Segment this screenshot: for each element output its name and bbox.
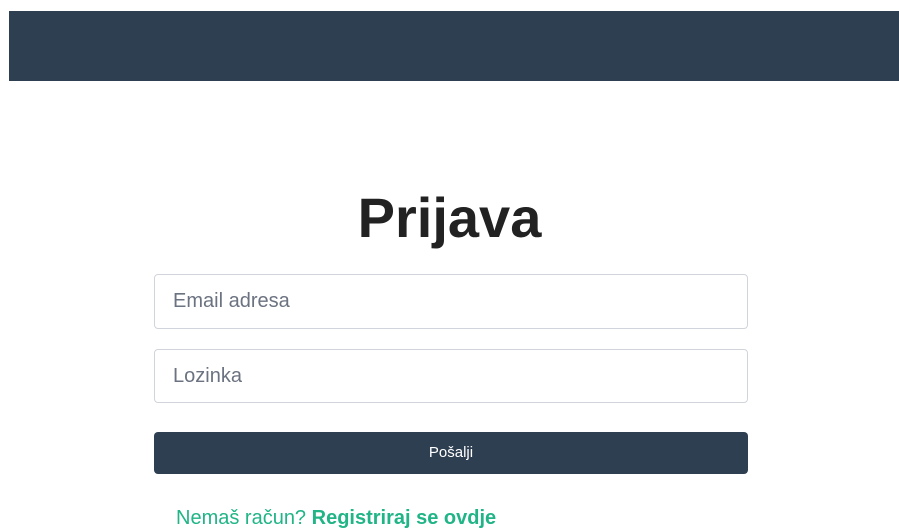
top-navigation-bar	[9, 11, 899, 81]
register-link[interactable]: Registriraj se ovdje	[312, 507, 497, 529]
register-prompt-text: Nemaš račun?	[176, 507, 312, 529]
password-input[interactable]	[154, 349, 748, 403]
submit-button[interactable]: Pošalji	[154, 432, 748, 474]
email-input[interactable]	[154, 274, 748, 329]
register-prompt: Nemaš račun? Registriraj se ovdje	[176, 505, 496, 531]
page-title: Prijava	[357, 185, 542, 249]
